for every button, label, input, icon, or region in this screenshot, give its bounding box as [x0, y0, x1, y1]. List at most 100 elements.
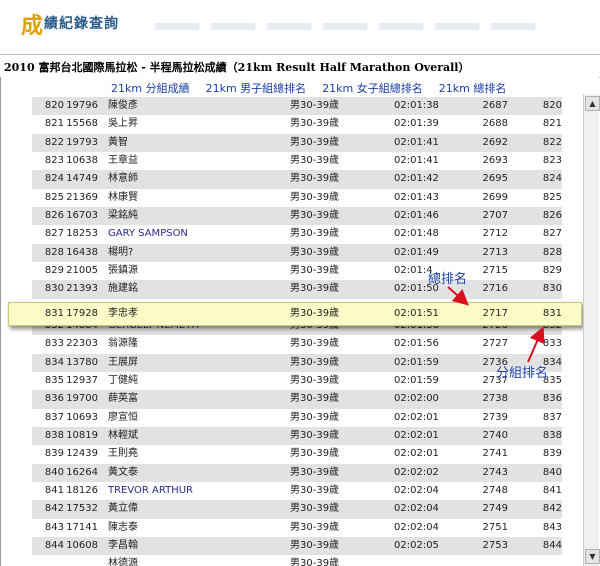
cell-name: 施建銘 [108, 283, 138, 295]
table-row[interactable]: 822 19793 黃智 男30-39歲 02:01:41 2692 822 [32, 133, 562, 152]
table-row[interactable]: 838 10819 林輕斌 男30-39歲 02:02:01 2740 838 [32, 426, 562, 446]
cell-group-rank: 828 [542, 246, 562, 258]
table-row[interactable]: 844 10608 李昌翰 男30-39歲 02:02:05 2753 844 [32, 536, 562, 556]
cell-time: 02:01:43 [394, 191, 439, 203]
table-row[interactable]: 824 14749 林意師 男30-39歲 02:01:42 2695 824 [32, 170, 562, 189]
cell-group: 男30-39歲 [290, 154, 340, 166]
cell-group-rank: 837 [542, 411, 562, 423]
cell-bib: 10693 [66, 411, 98, 423]
cell-name: 林德源 [108, 558, 138, 566]
table-row[interactable]: 830 21393 施建銘 男30-39歲 02:01:50 2716 830 [32, 280, 562, 299]
banner-big-char: 成 [21, 13, 44, 39]
cell-overall-rank: 2713 [482, 246, 508, 258]
cell-rank: 824 [44, 173, 64, 185]
results-tabs: 21km 分組成績 21km 男子組總排名 21km 女子組總排名 21km 總… [111, 80, 506, 96]
cell-rank: 828 [44, 246, 64, 258]
cell-name: 林康賢 [108, 191, 138, 203]
tab-overall[interactable]: 21km 總排名 [439, 80, 507, 96]
cell-name: 黃文泰 [108, 466, 138, 478]
vertical-scrollbar[interactable]: ▲ ▼ [583, 94, 600, 566]
cell-bib: 21369 [66, 191, 98, 203]
up-arrow-icon[interactable]: ▲ [585, 96, 600, 111]
table-row[interactable]: 835 12937 丁健純 男30-39歲 02:01:59 2737 835 [32, 372, 562, 390]
cell-rank: 840 [44, 466, 64, 478]
tab-men-overall[interactable]: 21km 男子組總排名 [206, 80, 307, 96]
table-row[interactable]: 840 16264 黃文泰 男30-39歲 02:02:02 2743 840 [32, 463, 562, 482]
cell-overall-rank: 2753 [482, 539, 508, 551]
cell-group: 男30-39歲 [290, 539, 340, 551]
table-row[interactable]: 825 21369 林康賢 男30-39歲 02:01:43 2699 825 [32, 189, 562, 207]
cell-group: 男30-39歲 [290, 228, 340, 240]
cell-name: 王則堯 [108, 448, 138, 460]
cell-rank: 825 [44, 191, 64, 203]
cell-time: 02:01:56 [394, 338, 439, 350]
cell-rank: 822 [44, 136, 64, 148]
cell-name: 張鎮源 [108, 264, 138, 276]
cell-name: 王展屏 [108, 356, 138, 368]
down-arrow-icon[interactable]: ▼ [585, 549, 600, 564]
cell-group-rank: 838 [542, 429, 562, 441]
table-row[interactable]: 833 22303 翁源隆 男30-39歲 02:01:56 2727 833 [32, 335, 562, 353]
cell-group-rank: 824 [542, 173, 562, 185]
table-row[interactable]: 839 12439 王則堯 男30-39歲 02:02:01 2741 839 [32, 445, 562, 463]
cell-time: 02:01:39 [394, 118, 439, 130]
table-row[interactable]: 841 18126 TREVOR ARTHUR 男30-39歲 02:02:04 2748… [32, 482, 562, 500]
cell-rank: 834 [44, 356, 64, 368]
cell-bib: 13780 [66, 356, 98, 368]
table-row[interactable]: 823 10638 王章益 男30-39歲 02:01:41 2693 823 [32, 152, 562, 170]
table-row[interactable]: 834 13780 王展屏 男30-39歲 02:01:59 2736 834 [32, 353, 562, 372]
cell-overall-rank: 2692 [482, 136, 508, 148]
cell-name: 王章益 [108, 154, 138, 166]
cell-overall-rank: 2741 [482, 448, 508, 460]
cell-overall-rank: 2743 [482, 466, 508, 478]
cell-group-rank: 825 [542, 191, 562, 203]
table-row[interactable]: 826 16703 梁銘純 男30-39歲 02:01:46 2707 826 [32, 206, 562, 226]
cell-time: 02:01:4 [394, 264, 433, 276]
cell-bib: 17141 [66, 521, 98, 533]
table-row[interactable]: 820 19796 陳俊彥 男30-39歲 02:01:38 2687 820 [32, 97, 562, 116]
tab-group-results[interactable]: 21km 分組成績 [111, 80, 190, 96]
cell-group-rank: 843 [542, 521, 562, 533]
cell-group: 男30-39歲 [290, 448, 340, 460]
table-row[interactable]: 821 15568 吳上昇 男30-39歲 02:01:39 2688 821 [32, 115, 562, 133]
cell-overall-rank: 2693 [482, 154, 508, 166]
cell-time: 02:01:42 [394, 173, 439, 185]
results-table: 820 19796 陳俊彥 男30-39歲 02:01:38 2687 820 821 1556… [32, 97, 562, 566]
cell-group: 男30-39歲 [290, 209, 340, 221]
cell-name: 黃智 [108, 136, 128, 148]
cell-group: 男30-39歲 [290, 411, 340, 423]
cell-time: 02:01:41 [394, 136, 439, 148]
table-row[interactable]: 827 18253 GARY SAMPSON 男30-39歲 02:01:48 2712 8… [32, 225, 562, 243]
cell-group-rank: 820 [542, 100, 562, 111]
table-row[interactable]: 836 19700 薛英富 男30-39歲 02:02:00 2738 836 [32, 390, 562, 409]
cell-bib: 19700 [66, 393, 98, 405]
cell-time: 02:01:51 [394, 308, 439, 319]
cell-group: 男30-39歲 [290, 558, 340, 566]
tab-women-overall[interactable]: 21km 女子組總排名 [322, 80, 423, 96]
cell-overall-rank: 2715 [482, 264, 508, 276]
table-row[interactable]: 828 16438 楊明? 男30-39歲 02:01:49 2713 828 [32, 243, 562, 262]
cell-name: 薛英富 [108, 393, 138, 405]
cell-overall-rank: 2717 [482, 308, 508, 319]
table-row[interactable]: 林德源 男30-39歲 [32, 555, 562, 566]
cell-overall-rank: 2707 [482, 209, 508, 221]
cell-overall-rank: 2740 [482, 429, 508, 441]
table-row[interactable]: 829 21005 張鎮源 男30-39歲 02:01:4 2715 829 [32, 262, 562, 280]
cell-group-rank: 831 [542, 308, 562, 319]
cell-bib: 16438 [66, 246, 98, 258]
cell-rank: 841 [44, 484, 64, 496]
table-row[interactable]: 842 17532 黃立偉 男30-39歲 02:02:04 2749 842 [32, 500, 562, 519]
results-title-bar: 2010 富邦台北國際馬拉松 - 半程馬拉松成績（21km Result Hal… [0, 54, 600, 78]
table-row[interactable]: 837 10693 廖宣恒 男30-39歲 02:02:01 2739 837 [32, 409, 562, 427]
table-row[interactable]: 843 17141 陳志泰 男30-39歲 02:02:04 2751 843 [32, 519, 562, 537]
cell-bib: 10608 [66, 539, 98, 551]
cell-group: 男30-39歲 [290, 484, 340, 496]
cell-rank: 838 [44, 429, 64, 441]
cell-time: 02:02:01 [394, 448, 439, 460]
cell-name: 廖宣恒 [108, 411, 138, 423]
banner-title: 績紀錄查詢 [44, 16, 119, 32]
cell-time: 02:01:59 [394, 374, 439, 386]
highlighted-row[interactable]: 831 17928 李忠孝 男30-39歲 02:01:51 2717 831 [8, 302, 582, 326]
cell-overall-rank: 2748 [482, 484, 508, 496]
page-title: 2010 富邦台北國際馬拉松 - 半程馬拉松成績（21km Result Hal… [4, 61, 470, 74]
